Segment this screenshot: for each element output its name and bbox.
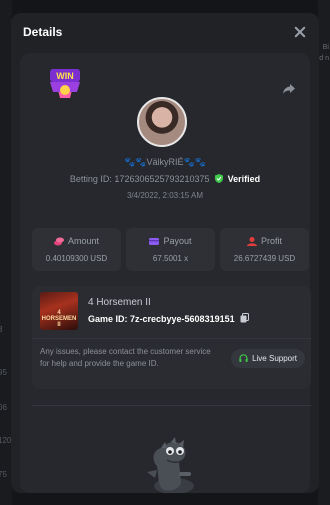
- verified-label: Verified: [227, 174, 261, 184]
- game-id: Game ID: 7z-crecbyye-5608319151: [88, 314, 235, 324]
- background-right-edge: [318, 0, 330, 505]
- stat-profit-value: 26.6727439 USD: [233, 254, 296, 263]
- dino-mascot-icon: [147, 437, 194, 493]
- bg-number: 95: [0, 368, 7, 377]
- stat-payout-value: 67.5001 x: [152, 254, 189, 263]
- bet-details-card: WIN 🐾🐾VälkyRIÉ🐾🐾 Betting ID: 17263065257…: [20, 53, 311, 493]
- bg-number: 3: [0, 325, 3, 334]
- stat-profit: Profit 26.6727439 USD: [220, 228, 309, 271]
- stats-row: Amount 0.40109300 USD Payout 67.5001 x P…: [32, 228, 309, 271]
- profit-icon: [246, 236, 257, 246]
- game-name[interactable]: 4 Horsemen II: [88, 297, 151, 308]
- badge-text: WIN: [56, 71, 74, 81]
- copy-icon[interactable]: [240, 313, 250, 323]
- help-text: Any issues, please contact the customer …: [40, 347, 211, 368]
- game-thumb-text: 4 HORSEMEN II: [41, 310, 77, 328]
- betting-id: Betting ID: 1726306525793210375: [69, 174, 210, 184]
- avatar: [137, 97, 187, 147]
- live-support-button[interactable]: Live Support: [231, 349, 305, 368]
- coins-icon: [53, 237, 64, 245]
- bet-date: 3/4/2022, 2:03:15 AM: [126, 191, 204, 200]
- stat-payout: Payout 67.5001 x: [126, 228, 215, 271]
- bg-number: 120: [0, 436, 12, 445]
- bg-number: 06: [0, 403, 7, 412]
- section-divider: [32, 405, 311, 406]
- card-icon: [149, 237, 160, 245]
- game-id-line: Game ID: 7z-crecbyye-5608319151: [88, 313, 250, 324]
- stat-payout-label: Payout: [163, 236, 192, 246]
- live-support-label: Live Support: [252, 354, 297, 363]
- game-thumbnail[interactable]: 4 HORSEMEN II: [40, 292, 78, 330]
- game-info-box: 4 HORSEMEN II 4 Horsemen II Game ID: 7z-…: [32, 286, 311, 389]
- stat-amount: Amount 0.40109300 USD: [32, 228, 121, 271]
- stat-profit-label: Profit: [260, 236, 282, 246]
- modal-title: Details: [23, 25, 63, 39]
- shield-check-icon: [215, 174, 224, 183]
- betting-id-line: Betting ID: 1726306525793210375 Verified: [20, 174, 310, 184]
- headset-icon: [239, 354, 248, 362]
- game-box-divider: [32, 338, 311, 339]
- bg-text: Bi: [322, 44, 329, 51]
- bg-number: 75: [0, 470, 7, 479]
- share-icon[interactable]: [282, 83, 296, 95]
- stat-amount-value: 0.40109300 USD: [45, 254, 108, 263]
- win-badge-icon: WIN: [50, 69, 80, 98]
- modal-header: Details: [11, 13, 319, 51]
- stat-amount-label: Amount: [67, 236, 100, 246]
- bg-text: d n: [319, 55, 329, 62]
- user-name: 🐾🐾VälkyRIÉ🐾🐾: [124, 157, 206, 167]
- details-modal: Details WIN 🐾🐾VälkyRIÉ🐾🐾 Betting ID: 172…: [11, 13, 319, 493]
- close-icon[interactable]: [293, 25, 307, 39]
